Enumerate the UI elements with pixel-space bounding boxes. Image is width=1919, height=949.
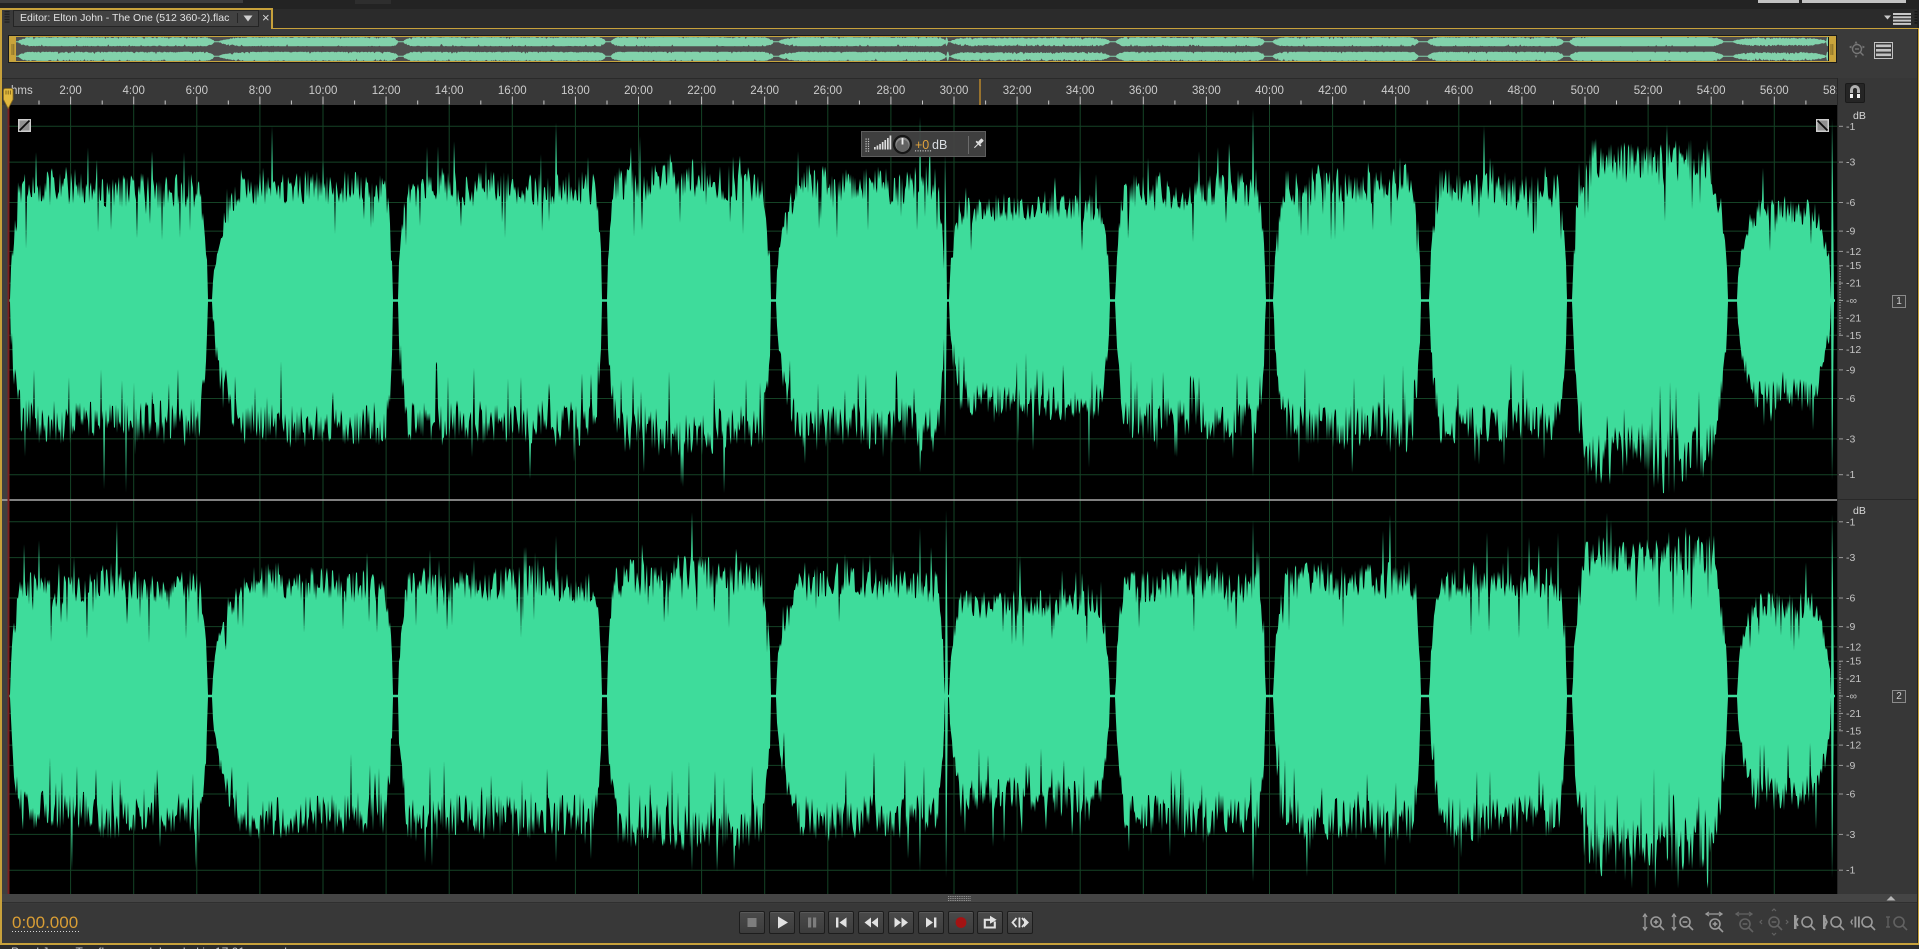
- svg-text:-12: -12: [1846, 740, 1861, 752]
- svg-text:-15: -15: [1846, 725, 1861, 737]
- svg-text:-3: -3: [1846, 157, 1855, 169]
- svg-text:-21: -21: [1846, 708, 1861, 720]
- svg-text:-6: -6: [1846, 197, 1855, 209]
- svg-text:-1: -1: [1846, 469, 1855, 481]
- svg-text:-6: -6: [1846, 593, 1855, 605]
- svg-text:-15: -15: [1846, 656, 1861, 668]
- svg-text:-6: -6: [1846, 393, 1855, 405]
- svg-text:-15: -15: [1846, 330, 1861, 342]
- svg-text:-9: -9: [1846, 226, 1855, 238]
- svg-text:-21: -21: [1846, 278, 1861, 290]
- svg-text:-1: -1: [1846, 121, 1855, 133]
- svg-text:dB: dB: [1853, 505, 1866, 517]
- svg-text:-1: -1: [1846, 865, 1855, 877]
- svg-text:-1: -1: [1846, 516, 1855, 528]
- svg-text:-6: -6: [1846, 789, 1855, 801]
- svg-text:-12: -12: [1846, 246, 1861, 258]
- svg-text:-12: -12: [1846, 641, 1861, 653]
- svg-text:-9: -9: [1846, 760, 1855, 772]
- svg-text:-15: -15: [1846, 260, 1861, 272]
- svg-text:-3: -3: [1846, 829, 1855, 841]
- svg-text:-∞: -∞: [1846, 691, 1857, 703]
- svg-text:-9: -9: [1846, 364, 1855, 376]
- svg-text:-∞: -∞: [1846, 295, 1857, 307]
- svg-text:-9: -9: [1846, 621, 1855, 633]
- svg-text:-21: -21: [1846, 673, 1861, 685]
- svg-text:-3: -3: [1846, 552, 1855, 564]
- svg-text:-12: -12: [1846, 344, 1861, 356]
- svg-text:-3: -3: [1846, 433, 1855, 445]
- svg-text:-21: -21: [1846, 312, 1861, 324]
